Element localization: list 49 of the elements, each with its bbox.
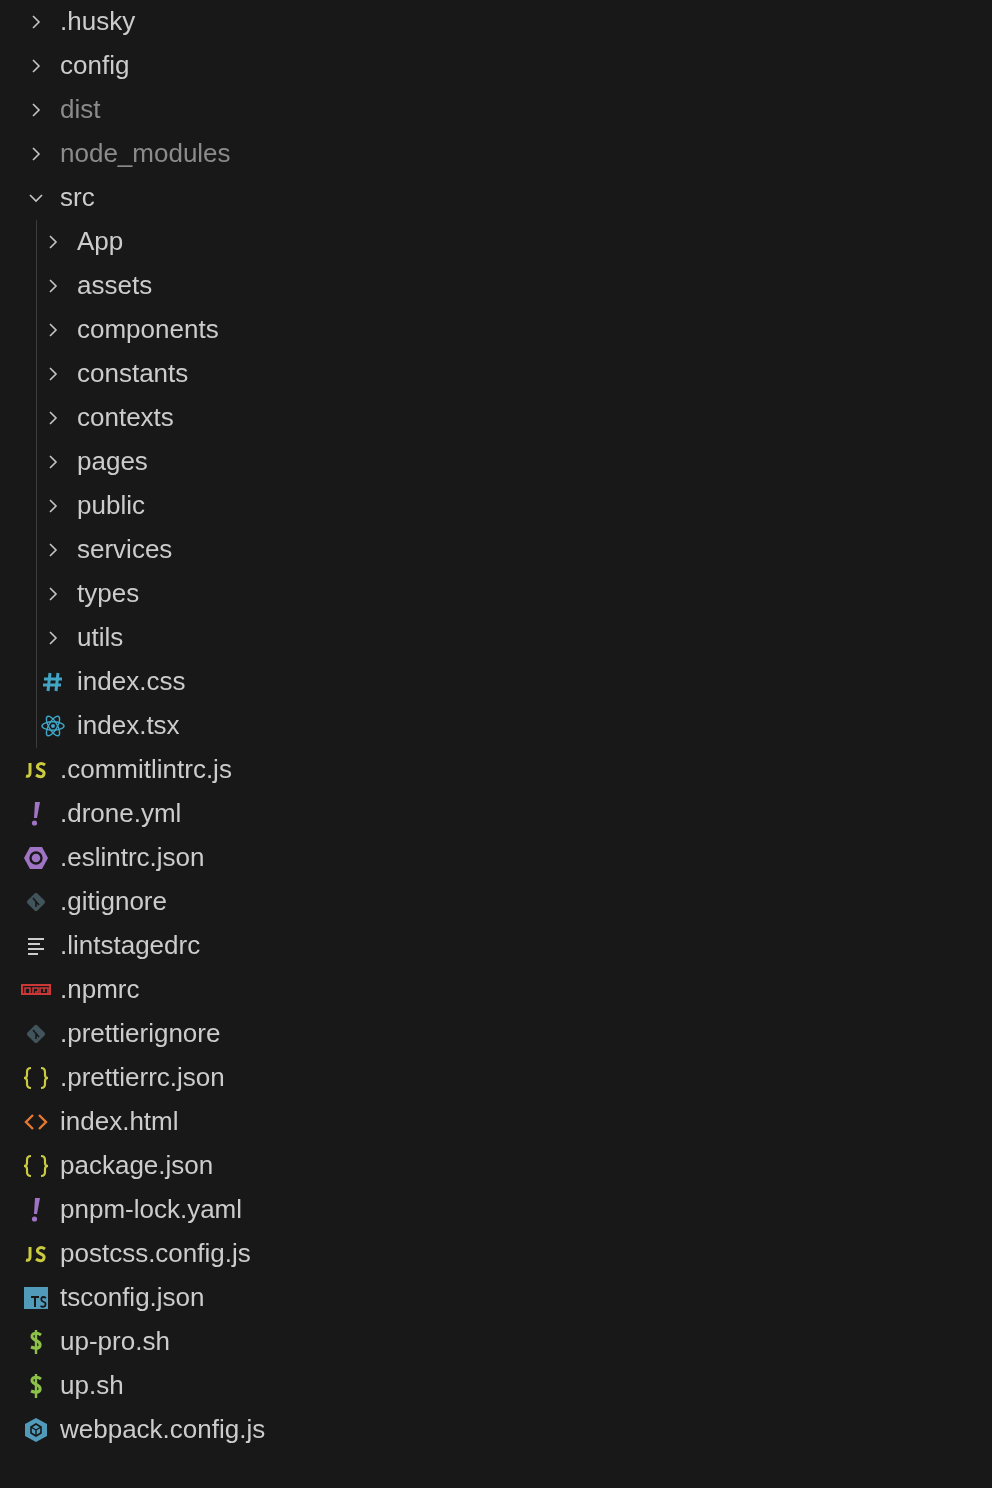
file-name[interactable]: index.html: [60, 1106, 179, 1138]
file-name[interactable]: webpack.config.js: [60, 1414, 266, 1446]
exclamation-icon: [30, 801, 42, 827]
folder-name[interactable]: constants: [77, 358, 189, 390]
file-name[interactable]: index.css: [77, 666, 186, 698]
file-name[interactable]: up-pro.sh: [60, 1326, 170, 1358]
cube-icon: [24, 1417, 48, 1443]
folder-name[interactable]: config: [60, 50, 130, 82]
braces-icon: [23, 1154, 49, 1178]
file-name[interactable]: index.tsx: [77, 710, 180, 742]
file-name[interactable]: postcss.config.js: [60, 1238, 251, 1270]
code-icon: [24, 1113, 48, 1131]
atom-icon: [40, 714, 66, 738]
folder-name[interactable]: pages: [77, 446, 148, 478]
folder-name[interactable]: contexts: [77, 402, 174, 434]
file-name[interactable]: up.sh: [60, 1370, 124, 1402]
npm-icon: [21, 984, 51, 996]
file-name[interactable]: .lintstagedrc: [60, 930, 201, 962]
file-name[interactable]: .drone.yml: [60, 798, 182, 830]
ts-icon: [24, 1287, 48, 1309]
dollar-icon: [28, 1329, 44, 1355]
lines-icon: [27, 937, 45, 955]
file-name[interactable]: .eslintrc.json: [60, 842, 205, 874]
braces-icon: [23, 1066, 49, 1090]
folder-name[interactable]: App: [77, 226, 124, 258]
exclamation-icon: [30, 1197, 42, 1223]
folder-name[interactable]: node_modules: [60, 138, 231, 170]
js-icon: [24, 1245, 48, 1263]
folder-name[interactable]: assets: [77, 270, 153, 302]
folder-name[interactable]: public: [77, 490, 145, 522]
file-name[interactable]: .prettierignore: [60, 1018, 221, 1050]
file-name[interactable]: tsconfig.json: [60, 1282, 205, 1314]
dollar-icon: [28, 1373, 44, 1399]
folder-name[interactable]: dist: [60, 94, 101, 126]
file-name[interactable]: package.json: [60, 1150, 214, 1182]
file-name[interactable]: pnpm-lock.yaml: [60, 1194, 243, 1226]
file-name[interactable]: .prettierrc.json: [60, 1062, 225, 1094]
folder-name[interactable]: components: [77, 314, 219, 346]
folder-name[interactable]: services: [77, 534, 173, 566]
hexagon-icon: [23, 846, 49, 870]
folder-name[interactable]: src: [60, 182, 95, 214]
file-name[interactable]: .commitlintrc.js: [60, 754, 232, 786]
folder-name[interactable]: .husky: [60, 6, 136, 38]
hash-icon: [42, 671, 64, 693]
file-name[interactable]: .npmrc: [60, 974, 140, 1006]
js-icon: [24, 761, 48, 779]
folder-name[interactable]: types: [77, 578, 140, 610]
folder-name[interactable]: utils: [77, 622, 124, 654]
file-name[interactable]: .gitignore: [60, 886, 167, 918]
